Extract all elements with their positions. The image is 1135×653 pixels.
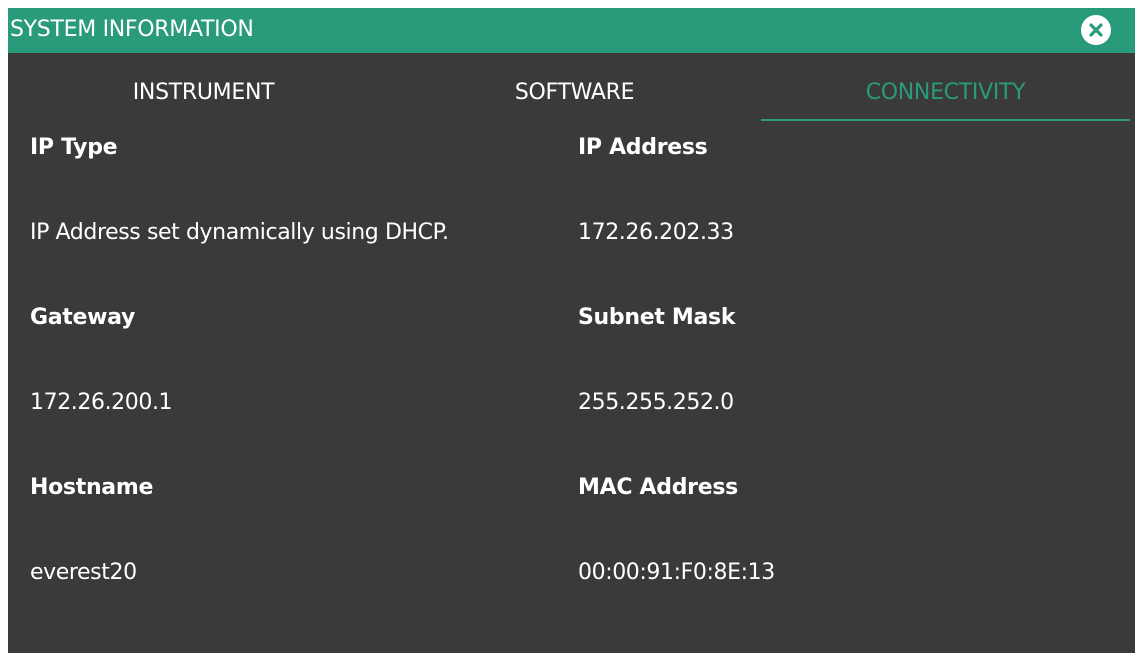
mac-address-value: 00:00:91:F0:8E:13 xyxy=(578,560,775,585)
subnet-mask-label: Subnet Mask xyxy=(578,305,736,330)
hostname-value: everest20 xyxy=(30,560,137,585)
tab-software[interactable]: SOFTWARE xyxy=(388,53,761,121)
gateway-label: Gateway xyxy=(30,305,136,330)
close-icon xyxy=(1089,23,1103,37)
ip-type-label: IP Type xyxy=(30,135,118,160)
hostname-label: Hostname xyxy=(30,475,154,500)
gateway-value: 172.26.200.1 xyxy=(30,390,173,415)
ip-address-label: IP Address xyxy=(578,135,708,160)
ip-type-value: IP Address set dynamically using DHCP. xyxy=(30,220,449,245)
system-information-dialog: SYSTEM INFORMATION INSTRUMENT SOFTWARE C… xyxy=(8,8,1135,653)
dialog-title: SYSTEM INFORMATION xyxy=(10,17,254,42)
subnet-mask-value: 255.255.252.0 xyxy=(578,390,734,415)
dialog-titlebar: SYSTEM INFORMATION xyxy=(8,8,1135,53)
tab-instrument[interactable]: INSTRUMENT xyxy=(8,53,399,121)
tab-bar: INSTRUMENT SOFTWARE CONNECTIVITY xyxy=(8,53,1135,123)
tab-connectivity[interactable]: CONNECTIVITY xyxy=(761,53,1130,121)
active-tab-indicator xyxy=(761,119,1130,121)
mac-address-label: MAC Address xyxy=(578,475,738,500)
ip-address-value: 172.26.202.33 xyxy=(578,220,734,245)
close-button[interactable] xyxy=(1081,15,1111,45)
